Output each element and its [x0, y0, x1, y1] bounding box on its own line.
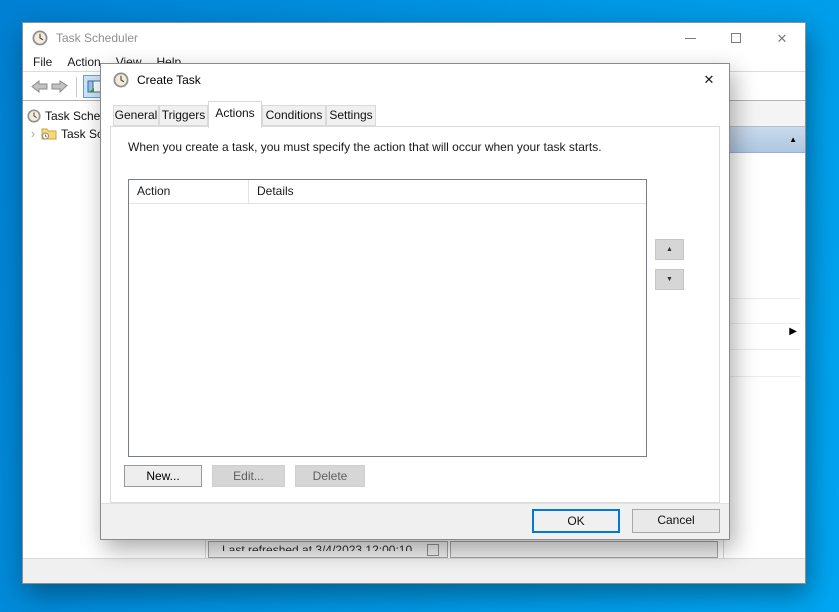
- delete-button[interactable]: Delete: [295, 465, 365, 487]
- actions-pane: ▲ ▶: [723, 101, 805, 558]
- actions-list-header: Action Details: [129, 180, 646, 204]
- create-task-dialog: Create Task ✕ General Triggers Actions C…: [100, 63, 730, 540]
- ok-button[interactable]: OK: [532, 509, 620, 533]
- cancel-button[interactable]: Cancel: [632, 509, 720, 533]
- summary-refresh-band: Last refreshed at 3/4/2023 12:00:10: [208, 541, 448, 558]
- actions-pane-divider: [727, 298, 801, 299]
- status-bar: [23, 558, 805, 583]
- task-scheduler-clock-icon: [27, 109, 41, 123]
- dialog-close-button[interactable]: ✕: [697, 70, 721, 90]
- dialog-title: Create Task: [137, 73, 201, 87]
- edit-button[interactable]: Edit...: [212, 465, 285, 487]
- minimize-button[interactable]: [667, 23, 713, 53]
- submenu-arrow-icon[interactable]: ▶: [789, 327, 797, 337]
- back-button[interactable]: [31, 80, 48, 93]
- toolbar-separator: [76, 77, 77, 97]
- task-scheduler-clock-icon: [113, 72, 129, 88]
- column-header-action[interactable]: Action: [129, 180, 249, 204]
- triangle-down-icon: ▼: [666, 276, 673, 283]
- dialog-footer: OK Cancel: [101, 503, 729, 539]
- actions-pane-divider: [727, 323, 801, 324]
- chevron-right-icon[interactable]: ›: [28, 129, 38, 139]
- column-header-details[interactable]: Details: [249, 180, 294, 204]
- maximize-button[interactable]: [713, 23, 759, 53]
- tab-conditions[interactable]: Conditions: [262, 105, 326, 126]
- clipped-button[interactable]: [427, 544, 439, 556]
- window-title: Task Scheduler: [56, 31, 138, 45]
- actions-pane-toolbar: [724, 101, 805, 127]
- summary-band-right: [450, 541, 718, 558]
- tab-actions[interactable]: Actions: [208, 101, 262, 128]
- tab-general[interactable]: General: [113, 105, 159, 126]
- actions-tab-page: When you create a task, you must specify…: [110, 126, 720, 503]
- actions-pane-header[interactable]: ▲: [724, 127, 805, 153]
- close-icon: ✕: [704, 72, 715, 88]
- instruction-text: When you create a task, you must specify…: [128, 140, 602, 154]
- close-button[interactable]: ✕: [759, 23, 805, 53]
- move-down-button[interactable]: ▼: [655, 269, 684, 290]
- forward-button[interactable]: [51, 80, 68, 93]
- last-refreshed-text: Last refreshed at 3/4/2023 12:00:10: [222, 544, 412, 551]
- close-icon: ✕: [777, 32, 788, 45]
- move-up-button[interactable]: ▲: [655, 239, 684, 260]
- minimize-icon: [685, 38, 696, 39]
- tree-item-label: Task Sche: [45, 109, 100, 123]
- maximize-icon: [731, 33, 741, 43]
- task-scheduler-clock-icon: [32, 30, 48, 46]
- collapse-icon[interactable]: ▲: [789, 135, 797, 144]
- actions-pane-divider: [727, 376, 801, 377]
- triangle-up-icon: ▲: [666, 246, 673, 253]
- actions-pane-divider: [727, 349, 801, 350]
- actions-list[interactable]: Action Details: [128, 179, 647, 457]
- folder-clock-icon: [41, 127, 57, 140]
- tree-item-label: Task Sc: [61, 127, 103, 141]
- window-controls: ✕: [667, 23, 805, 53]
- menu-file[interactable]: File: [33, 55, 52, 69]
- dialog-titlebar[interactable]: Create Task: [101, 64, 729, 96]
- tab-triggers[interactable]: Triggers: [159, 105, 208, 126]
- tab-settings[interactable]: Settings: [326, 105, 376, 126]
- menu-action[interactable]: Action: [67, 55, 100, 69]
- new-button[interactable]: New...: [124, 465, 202, 487]
